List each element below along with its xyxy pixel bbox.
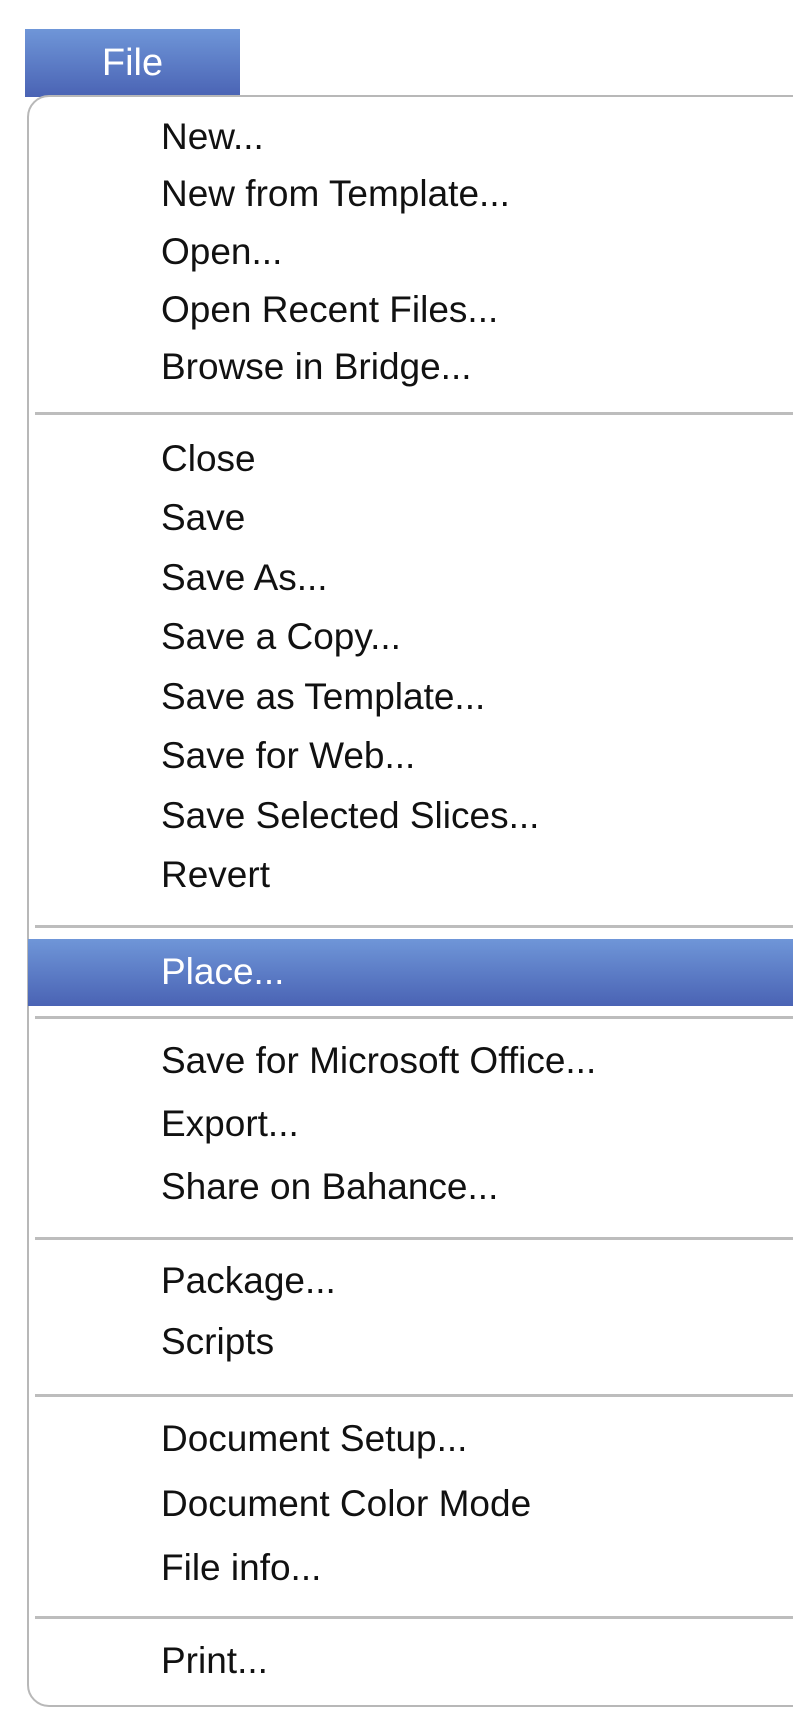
menu-separator: [35, 1237, 793, 1240]
menu-item-save-a-copy[interactable]: Save a Copy...: [161, 618, 401, 655]
menu-separator: [35, 1616, 793, 1619]
menu-item-save-selected-slices[interactable]: Save Selected Slices...: [161, 797, 539, 834]
menu-item-document-setup[interactable]: Document Setup...: [161, 1420, 467, 1457]
menu-item-close[interactable]: Close: [161, 440, 256, 477]
menu-item-file-info[interactable]: File info...: [161, 1549, 321, 1586]
menu-item-print[interactable]: Print...: [161, 1642, 268, 1679]
file-menu-label: File: [101, 41, 164, 84]
menu-item-open-recent-files[interactable]: Open Recent Files...: [161, 291, 498, 328]
menu-separator: [35, 1394, 793, 1397]
menu-item-document-color-mode[interactable]: Document Color Mode: [161, 1485, 531, 1522]
menu-item-place[interactable]: Place...: [28, 939, 793, 1006]
menu-item-export[interactable]: Export...: [161, 1105, 299, 1142]
menu-item-package[interactable]: Package...: [161, 1262, 336, 1299]
menu-separator: [35, 925, 793, 928]
menu-separator: [35, 412, 793, 415]
menu-item-new[interactable]: New...: [161, 118, 264, 155]
menu-separator: [35, 1016, 793, 1019]
file-dropdown-menu: [27, 95, 793, 1707]
menu-item-revert[interactable]: Revert: [161, 856, 270, 893]
menu-item-save-as-template[interactable]: Save as Template...: [161, 678, 485, 715]
menu-item-open[interactable]: Open...: [161, 233, 282, 270]
file-menu-button[interactable]: File: [25, 29, 240, 97]
menu-item-save-for-microsoft-office[interactable]: Save for Microsoft Office...: [161, 1042, 596, 1079]
menu-item-browse-in-bridge[interactable]: Browse in Bridge...: [161, 348, 472, 385]
menu-item-place-label: Place...: [161, 951, 285, 992]
menu-item-save[interactable]: Save: [161, 499, 245, 536]
menu-item-save-as[interactable]: Save As...: [161, 559, 328, 596]
menu-item-share-on-bahance[interactable]: Share on Bahance...: [161, 1168, 498, 1205]
menu-item-save-for-web[interactable]: Save for Web...: [161, 737, 415, 774]
menu-item-new-from-template[interactable]: New from Template...: [161, 175, 510, 212]
menu-item-scripts[interactable]: Scripts: [161, 1323, 274, 1360]
